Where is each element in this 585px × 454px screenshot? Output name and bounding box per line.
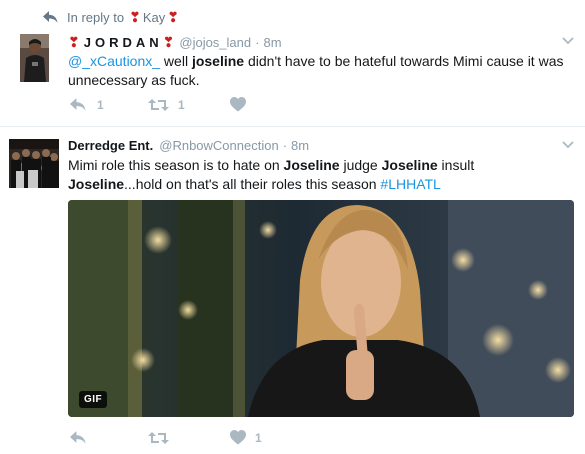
retweet-icon (148, 431, 169, 444)
rose-icon: ❣ (68, 34, 80, 50)
text-part: judge (339, 157, 382, 173)
keyword: Joseline (68, 176, 125, 192)
reply-arrow-icon (43, 11, 58, 23)
reply-prefix: In reply to (67, 9, 125, 25)
rose-icon: ❣ (129, 8, 141, 25)
tweet-header: Derredge Ent. @RnbowConnection · 8m (68, 138, 309, 153)
text-part: Mimi role this season is to hate on (68, 157, 284, 173)
retweet-count: 1 (178, 97, 185, 112)
like-button[interactable] (230, 97, 254, 112)
divider (0, 126, 585, 127)
like-count: 1 (255, 430, 262, 445)
display-name[interactable]: Derredge Ent. (68, 138, 153, 153)
keyword: Joseline (381, 157, 438, 173)
reply-button[interactable] (68, 430, 148, 445)
reply-button[interactable]: 1 (68, 97, 148, 112)
handle[interactable]: @RnbowConnection (159, 138, 278, 153)
keyword: joseline (191, 53, 245, 69)
retweet-icon (148, 98, 169, 111)
tweet-actions: 1 1 (68, 97, 254, 112)
separator-dot: · (282, 138, 288, 153)
keyword: Joseline (283, 157, 340, 173)
separator-dot: · (255, 35, 260, 50)
text-part: insult (437, 157, 475, 173)
reply-icon (70, 98, 86, 111)
heart-icon (230, 430, 246, 445)
retweet-button[interactable] (148, 431, 230, 445)
rose-icon: ❣ (162, 34, 175, 50)
handle[interactable]: @jojos_land (179, 35, 251, 50)
avatar[interactable] (9, 139, 59, 188)
chevron-down-icon[interactable] (562, 37, 574, 45)
text-part: ...hold on that's all their roles this s… (124, 176, 381, 192)
hashtag-link[interactable]: #LHHATL (380, 176, 440, 192)
avatar[interactable] (20, 34, 49, 82)
timestamp[interactable]: 8m (263, 35, 281, 50)
mention-link[interactable]: @_xCautionx_ (68, 53, 160, 69)
reply-user-link[interactable]: Kay (143, 10, 165, 25)
like-button[interactable]: 1 (230, 430, 262, 445)
tweet-text: @_xCautionx_ well joseline didn't have t… (68, 52, 578, 90)
reply-icon (70, 431, 86, 444)
reply-context: In reply to ❣ Kay ❣ (42, 8, 179, 26)
tweet-text: Mimi role this season is to hate on Jose… (68, 156, 518, 194)
timestamp[interactable]: 8m (291, 138, 309, 153)
rose-icon: ❣ (167, 8, 179, 25)
text-part: well (160, 53, 192, 69)
chevron-down-icon[interactable] (562, 141, 574, 149)
retweet-button[interactable]: 1 (148, 98, 230, 112)
gif-frame (68, 200, 574, 417)
tweet-header: ❣ JORDAN ❣ @jojos_land · 8m (68, 34, 282, 51)
tweet-actions: 1 (68, 430, 262, 445)
heart-icon (230, 97, 246, 112)
reply-count: 1 (97, 97, 104, 112)
display-name[interactable]: JORDAN (84, 35, 163, 50)
gif-media[interactable]: GIF (68, 200, 574, 417)
gif-badge: GIF (79, 391, 108, 408)
